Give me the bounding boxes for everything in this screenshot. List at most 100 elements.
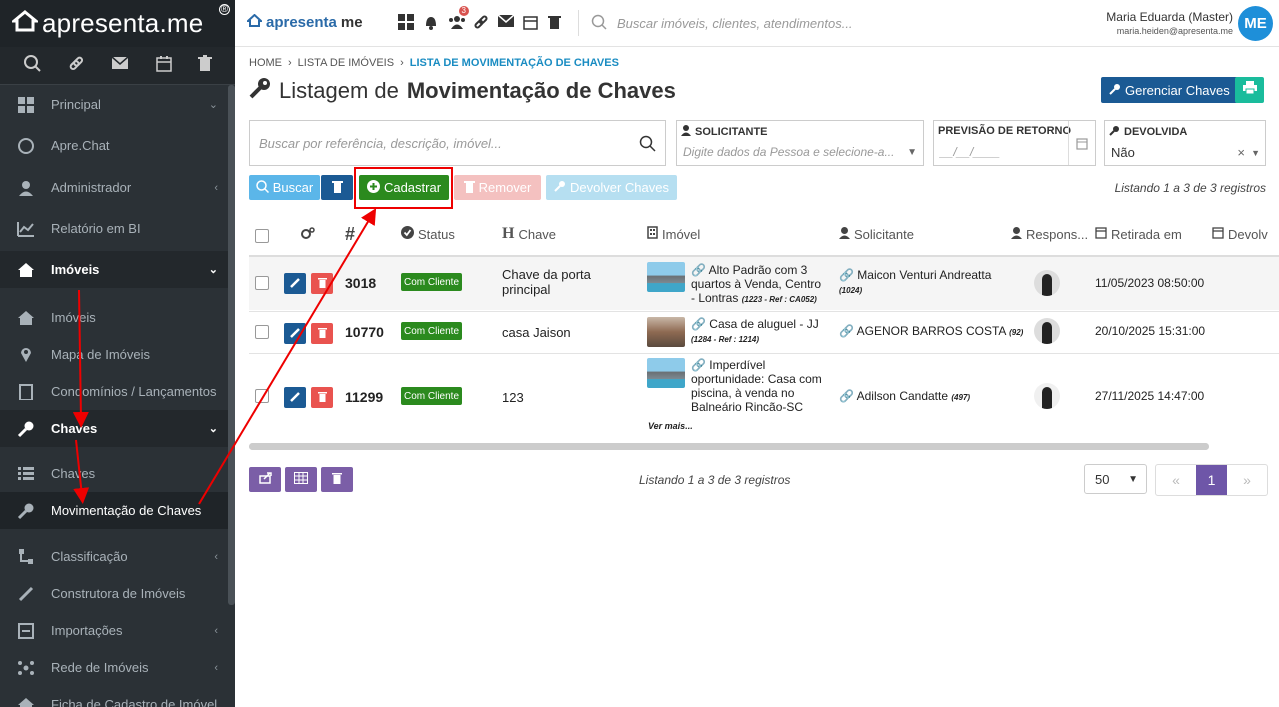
calendar-icon[interactable] — [1068, 121, 1095, 165]
global-search[interactable]: Buscar imóveis, clientes, atendimentos..… — [591, 14, 853, 33]
table-row[interactable]: 3018 Com Cliente Chave da porta principa… — [249, 255, 1279, 310]
see-more-link[interactable]: Ver mais... — [648, 419, 693, 433]
trash-icon[interactable] — [548, 14, 564, 30]
row-checkbox[interactable] — [255, 325, 269, 339]
trash-icon[interactable] — [197, 54, 212, 77]
sidebar-item-condominios[interactable]: Condomínios / Lançamentos — [0, 373, 228, 410]
breadcrumb-list[interactable]: LISTA DE IMÓVEIS — [298, 57, 394, 69]
edit-button[interactable] — [284, 273, 306, 294]
breadcrumb-home[interactable]: HOME — [249, 57, 282, 69]
row-imovel[interactable]: 🔗 Casa de aluguel - JJ (1284 - Ref : 1214… — [691, 317, 831, 347]
sidebar-item-chaves-list[interactable]: Chaves — [0, 455, 228, 492]
edit-button[interactable] — [284, 323, 306, 344]
sidebar-item-ficha-cadastro[interactable]: Ficha de Cadastro de Imóvel — [0, 686, 228, 707]
property-thumbnail[interactable] — [647, 358, 685, 388]
delete-button[interactable] — [311, 387, 333, 408]
sidebar-item-movimentacao-chaves[interactable]: Movimentação de Chaves — [0, 492, 228, 529]
sidebar-item-rede-imoveis[interactable]: Rede de Imóveis ‹ — [0, 649, 228, 686]
select-all-checkbox[interactable] — [255, 229, 269, 243]
prev-page-button[interactable]: « — [1156, 465, 1196, 495]
sidebar-item-construtora[interactable]: Construtora de Imóveis — [0, 575, 228, 612]
mail-icon[interactable] — [111, 55, 129, 76]
bulk-delete-button[interactable] — [321, 467, 353, 492]
link-icon[interactable] — [67, 54, 85, 77]
sidebar-item-classificacao[interactable]: Classificação ‹ — [0, 538, 228, 575]
per-page-select[interactable]: 50 ▼ — [1084, 464, 1147, 494]
bell-icon[interactable] — [423, 14, 439, 30]
table-row[interactable]: 11299 Com Cliente 123 🔗 Imperdível oport… — [249, 353, 1279, 441]
sidebar-item-aprechat[interactable]: Apre.Chat — [0, 127, 228, 164]
sidebar-item-chaves[interactable]: Chaves ⌄ — [0, 410, 228, 447]
sidebar-item-importacoes[interactable]: Importações ‹ — [0, 612, 228, 649]
filter-search-input[interactable]: Buscar por referência, descrição, imóvel… — [259, 136, 502, 151]
return-keys-button[interactable]: Devolver Chaves — [546, 175, 677, 200]
property-thumbnail[interactable] — [647, 262, 685, 292]
search-icon[interactable] — [23, 54, 41, 77]
solicitante-input[interactable]: Digite dados da Pessoa e selecione-a... — [683, 145, 894, 159]
link-icon[interactable] — [473, 14, 489, 30]
calendar-icon[interactable] — [523, 14, 539, 30]
mail-icon[interactable] — [497, 14, 515, 30]
sidebar: apresenta.me ® Principal ⌄ Apre.Chat Admin… — [0, 0, 235, 707]
filter-devolvida[interactable]: DEVOLVIDA Não × ▼ — [1104, 120, 1266, 166]
search-button[interactable]: Buscar — [249, 175, 320, 200]
row-checkbox[interactable] — [255, 389, 269, 403]
devolvida-column-header[interactable]: Devolv — [1212, 219, 1268, 249]
sidebar-item-principal[interactable]: Principal ⌄ — [0, 86, 228, 123]
chave-column-header[interactable]: H Chave — [502, 219, 556, 249]
sidebar-item-mapa-imoveis[interactable]: Mapa de Imóveis — [0, 336, 228, 373]
brand-logo[interactable]: apresenta me — [245, 13, 363, 31]
user-info[interactable]: Maria Eduarda (Master) maria.heiden@apres… — [1106, 10, 1233, 36]
clear-filters-button[interactable] — [321, 175, 353, 200]
dashboard-icon[interactable] — [398, 14, 414, 30]
devolvida-select[interactable]: Não — [1111, 145, 1135, 160]
columns-button[interactable] — [285, 467, 317, 492]
key-icon — [1109, 125, 1120, 139]
caret-down-icon[interactable]: ▼ — [1251, 148, 1260, 158]
retirada-column-header[interactable]: Retirada em — [1095, 219, 1182, 249]
app-logo[interactable]: apresenta.me ® — [0, 0, 235, 47]
global-search-input[interactable]: Buscar imóveis, clientes, atendimentos..… — [617, 16, 853, 31]
status-column-header[interactable]: Status — [401, 219, 455, 249]
sidebar-scrollbar[interactable] — [228, 85, 235, 605]
row-solicitante[interactable]: 🔗 AGENOR BARROS COSTA (92) — [839, 324, 1023, 340]
row-solicitante[interactable]: 🔗 Maicon Venturi Andreatta (1024) — [839, 268, 991, 298]
users-icon[interactable]: 3 — [448, 6, 469, 30]
sidebar-item-administrador[interactable]: Administrador ‹ — [0, 169, 228, 206]
sidebar-item-imoveis[interactable]: Imóveis ⌄ — [0, 251, 228, 288]
calendar-icon[interactable] — [155, 55, 172, 77]
responsavel-column-header[interactable]: Respons... — [1011, 219, 1088, 249]
caret-down-icon[interactable]: ▼ — [907, 147, 917, 158]
sidebar-item-imoveis-list[interactable]: Imóveis — [0, 299, 228, 336]
property-thumbnail[interactable] — [647, 317, 685, 347]
sidebar-item-relatorio-bi[interactable]: Relatório em BI — [0, 210, 228, 247]
search-icon[interactable] — [639, 135, 656, 155]
previsao-input[interactable]: __/__/____ — [940, 145, 1000, 159]
edit-button[interactable] — [284, 387, 306, 408]
pencil-icon — [289, 389, 301, 407]
clear-icon[interactable]: × — [1237, 145, 1245, 160]
row-imovel[interactable]: 🔗 Alto Padrão com 3 quartos à Venda, Cen… — [691, 263, 826, 307]
avatar[interactable]: ME — [1238, 6, 1273, 41]
filter-solicitante[interactable]: SOLICITANTE Digite dados da Pessoa e sele… — [676, 120, 924, 166]
settings-column-header[interactable] — [301, 219, 315, 249]
imovel-column-header[interactable]: Imóvel — [647, 219, 700, 249]
row-checkbox[interactable] — [255, 276, 269, 290]
solicitante-column-header[interactable]: Solicitante — [839, 219, 914, 249]
key-icon — [554, 180, 566, 195]
remove-button[interactable]: Remover — [454, 175, 541, 200]
table-row[interactable]: 10770 Com Cliente casa Jaison 🔗 Casa de … — [249, 311, 1279, 353]
export-button[interactable] — [249, 467, 281, 492]
delete-button[interactable] — [311, 323, 333, 344]
code-column-header[interactable]: # — [345, 219, 355, 249]
table-horizontal-scrollbar[interactable] — [249, 443, 1209, 450]
delete-button[interactable] — [311, 273, 333, 294]
manage-keys-button[interactable]: Gerenciar Chaves — [1101, 77, 1238, 103]
page-button-current[interactable]: 1 — [1196, 465, 1227, 495]
next-page-button[interactable]: » — [1227, 465, 1267, 495]
row-imovel-title[interactable]: 🔗 Imperdível oportunidade: Casa com pisc… — [691, 358, 826, 414]
print-button[interactable] — [1235, 77, 1264, 103]
filter-search[interactable]: Buscar por referência, descrição, imóvel… — [249, 120, 666, 166]
filter-previsao[interactable]: PREVISÃO DE RETORNO __/__/____ — [933, 120, 1096, 166]
row-solicitante[interactable]: 🔗 Adilson Candatte (497) — [839, 389, 970, 405]
